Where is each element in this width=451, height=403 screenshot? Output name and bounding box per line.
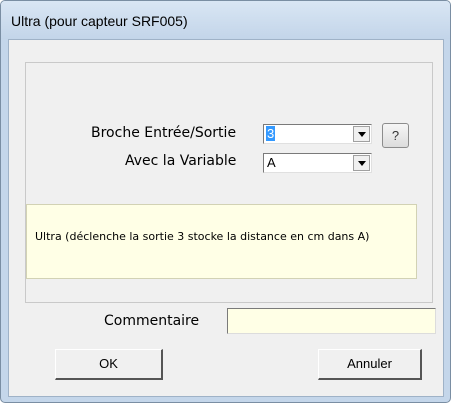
comment-label: Commentaire (104, 313, 200, 329)
pin-label: Broche Entrée/Sortie (91, 125, 237, 141)
ok-button[interactable]: OK (55, 349, 163, 380)
chevron-down-icon (358, 161, 366, 166)
dialog-window: Ultra (pour capteur SRF005) Broche Entré… (0, 0, 451, 403)
cancel-button[interactable]: Annuler (318, 349, 422, 380)
chevron-down-icon (358, 132, 366, 137)
variable-select-dropdown-button[interactable] (353, 155, 370, 171)
info-panel: Ultra (déclenche la sortie 3 stocke la d… (26, 204, 417, 279)
variable-select[interactable]: A (263, 153, 372, 173)
info-text: Ultra (déclenche la sortie 3 stocke la d… (35, 230, 370, 243)
window-title: Ultra (pour capteur SRF005) (11, 13, 188, 29)
comment-input[interactable] (227, 308, 436, 334)
variable-label: Avec la Variable (125, 153, 237, 169)
pin-select-dropdown-button[interactable] (353, 126, 370, 142)
variable-select-value: A (267, 155, 276, 170)
title-bar[interactable]: Ultra (pour capteur SRF005) (1, 1, 450, 39)
help-button[interactable]: ? (382, 123, 409, 148)
pin-select-value: 3 (266, 126, 276, 141)
pin-select[interactable]: 3 (263, 124, 372, 144)
